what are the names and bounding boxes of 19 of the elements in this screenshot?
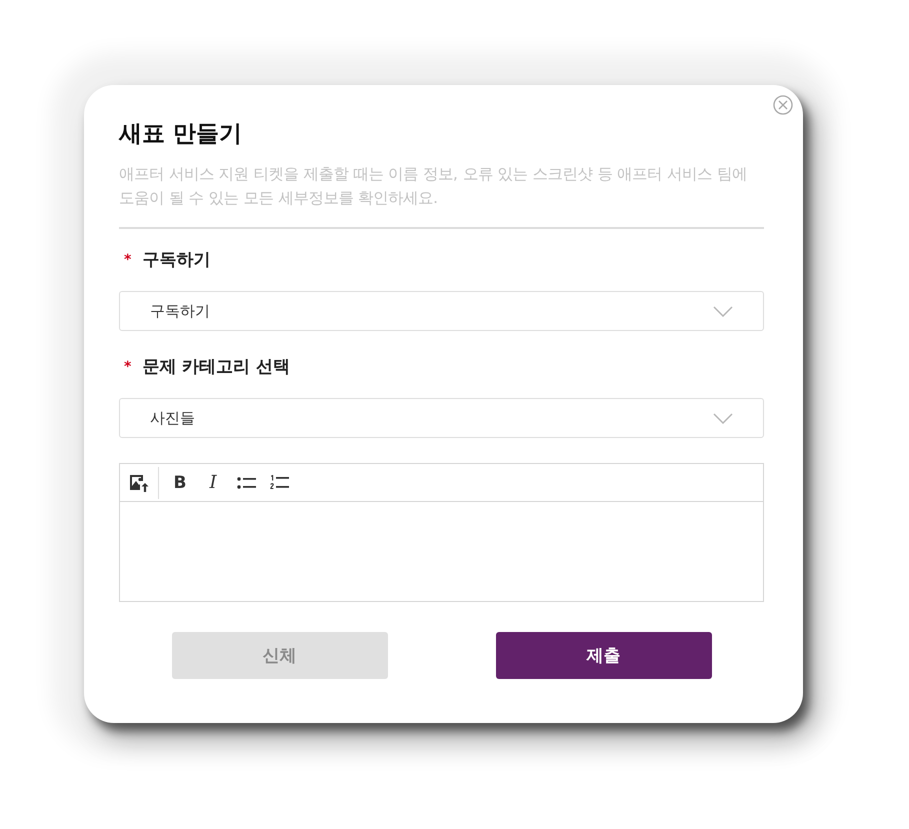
dropdown-value: 사진들 — [150, 408, 195, 428]
field-label: 구독하기 — [142, 249, 210, 272]
dropdown-select[interactable]: 사진들 — [119, 398, 764, 438]
submit-button[interactable]: 제출 — [496, 632, 712, 679]
required-asterisk: * — [124, 358, 132, 377]
bullet-list-icon — [236, 476, 256, 490]
field-label: 문제 카테고리 선택 — [142, 356, 290, 379]
bold-button[interactable]: B — [167, 470, 193, 496]
image-upload-icon — [129, 472, 149, 492]
italic-button[interactable]: I — [200, 470, 226, 496]
required-asterisk: * — [124, 251, 132, 270]
chevron-down-icon — [713, 412, 733, 424]
numbered-list-icon — [270, 475, 288, 490]
dropdown-select[interactable]: 구독하기 — [119, 291, 764, 331]
chevron-down-icon — [713, 306, 733, 316]
close-icon — [773, 95, 793, 115]
dialog-description: 애프터 서비스 지원 티켓을 제출할 때는 이름 정보, 오류 있는 스크린샷 등 애프터 서비스 팀에 도움이 될 수 있는 모든 세부정보를 확인하세요. — [119, 164, 748, 209]
dropdown-value: 구독하기 — [150, 302, 210, 320]
dialog-title: 새표 만들기 — [119, 120, 244, 149]
